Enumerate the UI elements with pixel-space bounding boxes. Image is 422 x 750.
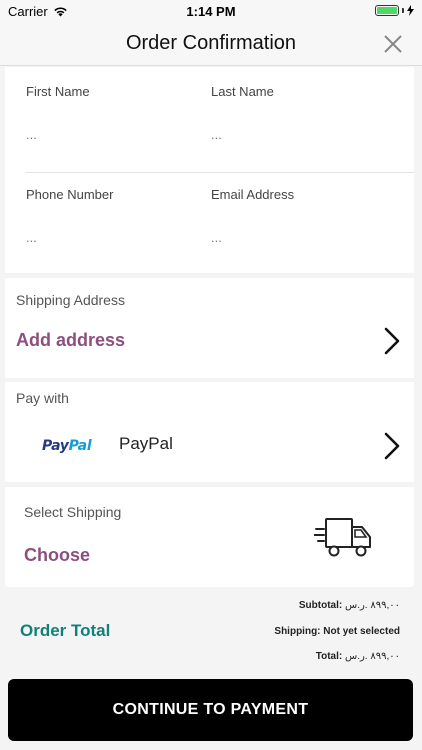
last-name-label: Last Name	[211, 84, 274, 99]
delivery-truck-icon	[314, 518, 371, 557]
battery-indicator	[375, 5, 414, 16]
divider	[26, 172, 414, 173]
first-name-input[interactable]	[26, 127, 186, 142]
pay-with-label: Pay with	[16, 390, 69, 406]
payment-method-name: PayPal	[119, 434, 173, 453]
nav-bar: Order Confirmation	[0, 22, 422, 66]
chevron-right-icon[interactable]	[383, 326, 401, 356]
paypal-logo: PayPal	[42, 438, 92, 454]
close-icon[interactable]	[382, 33, 404, 55]
battery-icon	[375, 5, 399, 16]
shipping-line: Shipping: Not yet selected	[274, 626, 400, 637]
total-label: Total:	[315, 651, 343, 662]
charging-icon	[407, 5, 414, 16]
status-bar: Carrier 1:14 PM	[0, 0, 422, 22]
email-label: Email Address	[211, 187, 295, 202]
continue-to-payment-button[interactable]: CONTINUE TO PAYMENT	[8, 679, 413, 741]
phone-label: Phone Number	[26, 187, 114, 202]
subtotal-value: ٨٩٩,٠٠ .ر.س	[344, 600, 400, 611]
first-name-label: First Name	[26, 84, 90, 99]
email-input[interactable]	[211, 230, 371, 245]
total-value: ٨٩٩,٠٠ .ر.س	[344, 651, 400, 662]
order-total-label: Order Total	[20, 621, 111, 640]
phone-group: Phone Number	[26, 187, 186, 245]
total-line: Total: ٨٩٩,٠٠ .ر.س	[316, 651, 400, 662]
last-name-input[interactable]	[211, 127, 371, 142]
add-address-link[interactable]: Add address	[16, 330, 125, 351]
shipping-address-card[interactable]: Shipping Address Add address	[5, 278, 414, 378]
shipping-label: Shipping:	[274, 626, 321, 637]
select-shipping-label: Select Shipping	[24, 504, 122, 520]
shipping-value: Not yet selected	[323, 626, 400, 637]
shipping-address-label: Shipping Address	[16, 292, 125, 308]
payment-card[interactable]: Pay with PayPal PayPal	[5, 382, 414, 482]
contact-form-card: First Name Last Name Phone Number Email …	[5, 67, 414, 273]
subtotal-line: Subtotal: ٨٩٩,٠٠ .ر.س	[299, 600, 400, 611]
order-totals: Order Total Subtotal: ٨٩٩,٠٠ .ر.س Shippi…	[0, 588, 422, 672]
chevron-right-icon[interactable]	[383, 431, 401, 461]
select-shipping-card[interactable]: Select Shipping Choose	[5, 487, 414, 587]
page-title: Order Confirmation	[125, 32, 297, 54]
subtotal-label: Subtotal:	[298, 600, 343, 611]
choose-shipping-link[interactable]: Choose	[24, 545, 90, 566]
email-group: Email Address	[211, 187, 371, 245]
last-name-group: Last Name	[211, 84, 371, 142]
first-name-group: First Name	[26, 84, 186, 142]
phone-input[interactable]	[26, 230, 186, 245]
status-time: 1:14 PM	[186, 4, 236, 19]
